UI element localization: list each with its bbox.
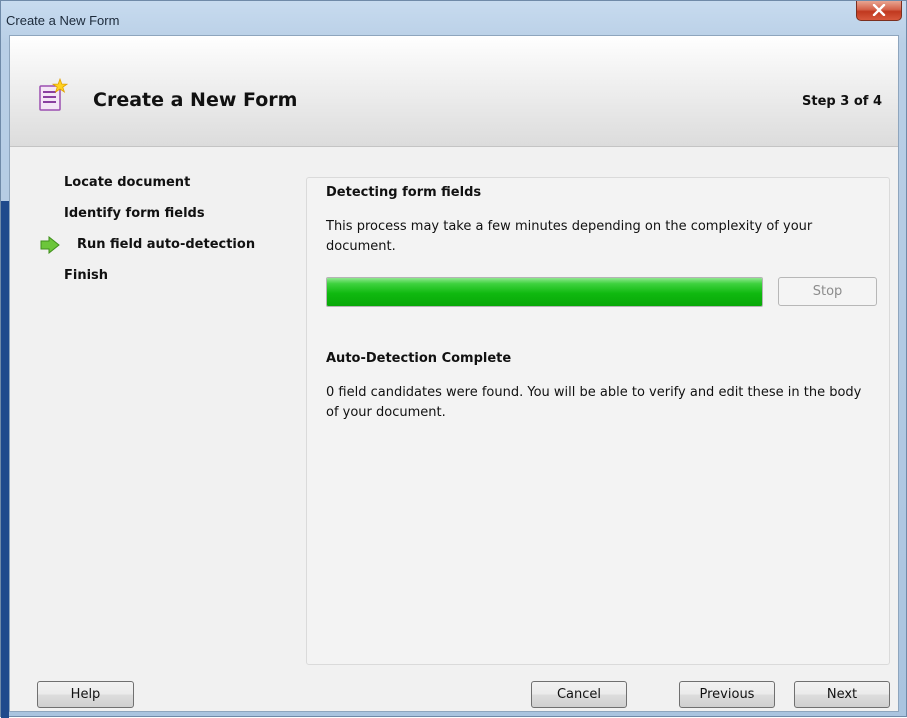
- step-locate-document: Locate document: [64, 175, 191, 190]
- previous-button[interactable]: Previous: [679, 681, 775, 708]
- step-run-field-auto-detection: Run field auto-detection: [77, 237, 256, 252]
- progress-fill: [327, 278, 762, 306]
- form-wizard-icon: [38, 77, 69, 116]
- window-left-edge: [1, 201, 9, 718]
- stop-button[interactable]: Stop: [778, 277, 877, 306]
- auto-detection-result-text: 0 field candidates were found. You will …: [326, 385, 862, 420]
- step-identify-form-fields: Identify form fields: [64, 206, 205, 221]
- wizard-header: Create a New Form Step 3 of 4: [10, 36, 898, 147]
- close-icon: [872, 1, 886, 20]
- dialog-client-area: Create a New Form Step 3 of 4 Locate doc…: [9, 35, 899, 712]
- detecting-title: Detecting form fields: [326, 185, 482, 200]
- arrow-right-icon: [40, 235, 60, 258]
- cancel-button[interactable]: Cancel: [531, 681, 627, 708]
- detecting-description: This process may take a few minutes depe…: [326, 219, 813, 254]
- detection-progress-bar: [326, 277, 763, 307]
- content-panel: Detecting form fields This process may t…: [306, 177, 890, 665]
- dialog-window: Create a New Form Create a New Form Step…: [0, 0, 907, 718]
- window-title: Create a New Form: [6, 13, 120, 28]
- step-indicator: Step 3 of 4: [802, 94, 882, 109]
- step-finish: Finish: [64, 268, 109, 283]
- auto-detection-complete-title: Auto-Detection Complete: [326, 351, 512, 366]
- close-button[interactable]: [856, 1, 902, 21]
- next-button[interactable]: Next: [794, 681, 890, 708]
- help-button[interactable]: Help: [37, 681, 134, 708]
- wizard-title: Create a New Form: [93, 89, 298, 111]
- title-bar[interactable]: Create a New Form: [1, 1, 906, 35]
